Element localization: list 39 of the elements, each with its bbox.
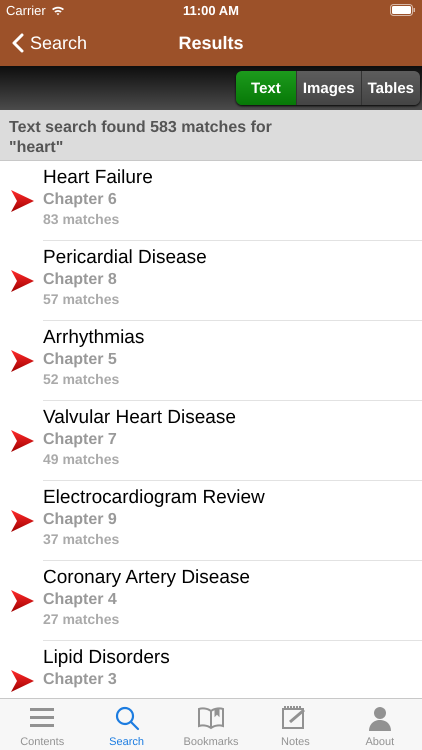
chapter-label: Chapter 3 <box>43 670 118 690</box>
chapter-label: Chapter 6 <box>43 190 118 210</box>
match-count: 37 matches <box>43 530 120 549</box>
result-title: Valvular Heart Disease <box>43 406 236 430</box>
match-count: 83 matches <box>43 210 120 229</box>
clock-time: 11:00 AM <box>183 2 239 18</box>
result-title: Electrocardiogram Review <box>43 486 265 510</box>
wifi-icon <box>50 4 65 16</box>
match-count: 57 matches <box>43 290 120 309</box>
result-title: Heart Failure <box>43 166 153 190</box>
arrow-icon <box>10 430 34 452</box>
carrier-label: Carrier <box>6 2 46 18</box>
chapter-label: Chapter 9 <box>43 510 118 530</box>
arrow-icon <box>10 190 34 212</box>
match-count: 49 matches <box>43 450 120 469</box>
back-button[interactable]: Search <box>0 26 88 60</box>
match-count: 52 matches <box>43 370 120 389</box>
segment-tab[interactable]: Tables <box>360 71 420 105</box>
screen-title: Results <box>178 32 244 54</box>
tab-bar-item[interactable]: Search <box>84 699 169 750</box>
segment-tab[interactable]: Text <box>236 71 296 105</box>
result-title: Arrhythmias <box>43 326 144 350</box>
chapter-label: Chapter 8 <box>43 270 118 290</box>
chevron-left-icon <box>12 33 24 53</box>
result-title: Lipid Disorders <box>43 646 170 670</box>
result-title: Coronary Artery Disease <box>43 566 250 590</box>
chapter-label: Chapter 7 <box>43 430 118 450</box>
arrow-icon <box>10 510 34 532</box>
match-count: 27 matches <box>43 610 120 629</box>
search-summary: Text search found 583 matches for "heart" <box>9 119 272 156</box>
result-title: Pericardial Disease <box>43 246 207 270</box>
battery-icon <box>390 4 416 16</box>
chapter-label: Chapter 5 <box>43 350 118 370</box>
arrow-icon <box>10 350 34 372</box>
chapter-label: Chapter 4 <box>43 590 118 610</box>
arrow-icon <box>10 670 34 692</box>
arrow-icon <box>10 270 34 292</box>
arrow-icon <box>10 590 34 612</box>
segment-tab[interactable]: Images <box>296 71 361 105</box>
